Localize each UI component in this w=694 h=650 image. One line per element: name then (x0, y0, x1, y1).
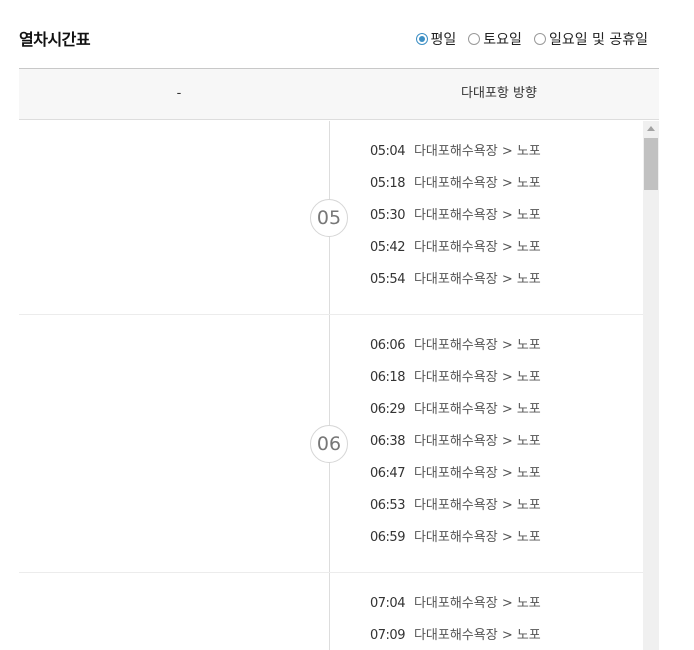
train-route: 다대포해수욕장 > 노포 (413, 370, 541, 385)
hour-block: 06 06:06 다대포해수욕장 > 노포 06:18 다대포해수욕장 > 노포 0… (19, 315, 643, 573)
train-time: 05:18 (370, 176, 405, 191)
train-route: 다대포해수욕장 > 노포 (413, 596, 541, 611)
train-row: 06:53 다대포해수욕장 > 노포 (19, 494, 643, 526)
train-route: 다대포해수욕장 > 노포 (413, 338, 541, 353)
train-route: 다대포해수욕장 > 노포 (413, 240, 541, 255)
train-time: 06:06 (370, 338, 405, 353)
hour-block: 07:04 다대포해수욕장 > 노포 07:09 다대포해수욕장 > 노포 (19, 573, 643, 650)
vertical-scrollbar[interactable] (643, 121, 659, 650)
train-route: 다대포해수욕장 > 노포 (413, 628, 541, 643)
header-direction-left: - (176, 86, 182, 101)
hour-badge: 06 (310, 424, 348, 463)
train-row: 05:54 다대포해수욕장 > 노포 (19, 268, 643, 300)
scroll-up-arrow-icon[interactable] (647, 126, 655, 131)
train-route: 다대포해수욕장 > 노포 (413, 434, 541, 449)
day-option-label: 평일 (430, 32, 457, 48)
train-time: 06:53 (370, 498, 405, 513)
train-route: 다대포해수욕장 > 노포 (413, 530, 541, 545)
train-row: 06:47 다대포해수욕장 > 노포 (19, 462, 643, 494)
train-time: 05:54 (370, 272, 405, 287)
train-time: 05:04 (370, 144, 405, 159)
train-route: 다대포해수욕장 > 노포 (413, 208, 541, 223)
train-time: 06:59 (370, 530, 405, 545)
train-time: 06:47 (370, 466, 405, 481)
train-row: 06:06 다대포해수욕장 > 노포 (19, 334, 643, 366)
day-option-weekday[interactable]: 평일 (415, 29, 457, 49)
scroll-thumb[interactable] (644, 138, 658, 190)
train-time: 05:30 (370, 208, 405, 223)
train-row: 06:18 다대포해수욕장 > 노포 (19, 366, 643, 398)
train-time: 06:38 (370, 434, 405, 449)
train-route: 다대포해수욕장 > 노포 (413, 144, 541, 159)
radio-icon[interactable] (415, 33, 428, 45)
train-route: 다대포해수욕장 > 노포 (413, 402, 541, 417)
train-row: 05:04 다대포해수욕장 > 노포 (19, 140, 643, 172)
train-time: 07:09 (370, 628, 405, 643)
train-row: 05:42 다대포해수욕장 > 노포 (19, 236, 643, 268)
train-row: 07:09 다대포해수욕장 > 노포 (19, 624, 643, 650)
header-direction-right: 다대포항 방향 (461, 86, 537, 101)
train-route: 다대포해수욕장 > 노포 (413, 272, 541, 287)
train-route: 다대포해수욕장 > 노포 (413, 498, 541, 513)
train-time: 06:18 (370, 370, 405, 385)
hour-block: 05 05:04 다대포해수욕장 > 노포 05:18 다대포해수욕장 > 노포 0… (19, 121, 643, 315)
day-option-label: 토요일 (483, 32, 522, 48)
train-row: 07:04 다대포해수욕장 > 노포 (19, 592, 643, 624)
day-option-sunday-holiday[interactable]: 일요일 및 공휴일 (533, 29, 648, 49)
timetable-list[interactable]: 05 05:04 다대포해수욕장 > 노포 05:18 다대포해수욕장 > 노포 0… (19, 121, 643, 650)
day-type-selector: 평일 토요일 일요일 및 공휴일 (415, 29, 648, 49)
train-row: 06:59 다대포해수욕장 > 노포 (19, 526, 643, 558)
radio-icon[interactable] (533, 33, 546, 45)
train-time: 07:04 (370, 596, 405, 611)
train-time: 05:42 (370, 240, 405, 255)
train-route: 다대포해수욕장 > 노포 (413, 466, 541, 481)
hour-badge: 05 (310, 198, 348, 237)
day-option-label: 일요일 및 공휴일 (548, 32, 648, 48)
page-title: 열차시간표 (19, 30, 91, 49)
train-time: 06:29 (370, 402, 405, 417)
day-option-saturday[interactable]: 토요일 (468, 29, 522, 49)
timetable-header: - 다대포항 방향 (19, 68, 659, 120)
radio-icon[interactable] (468, 33, 481, 45)
train-route: 다대포해수욕장 > 노포 (413, 176, 541, 191)
